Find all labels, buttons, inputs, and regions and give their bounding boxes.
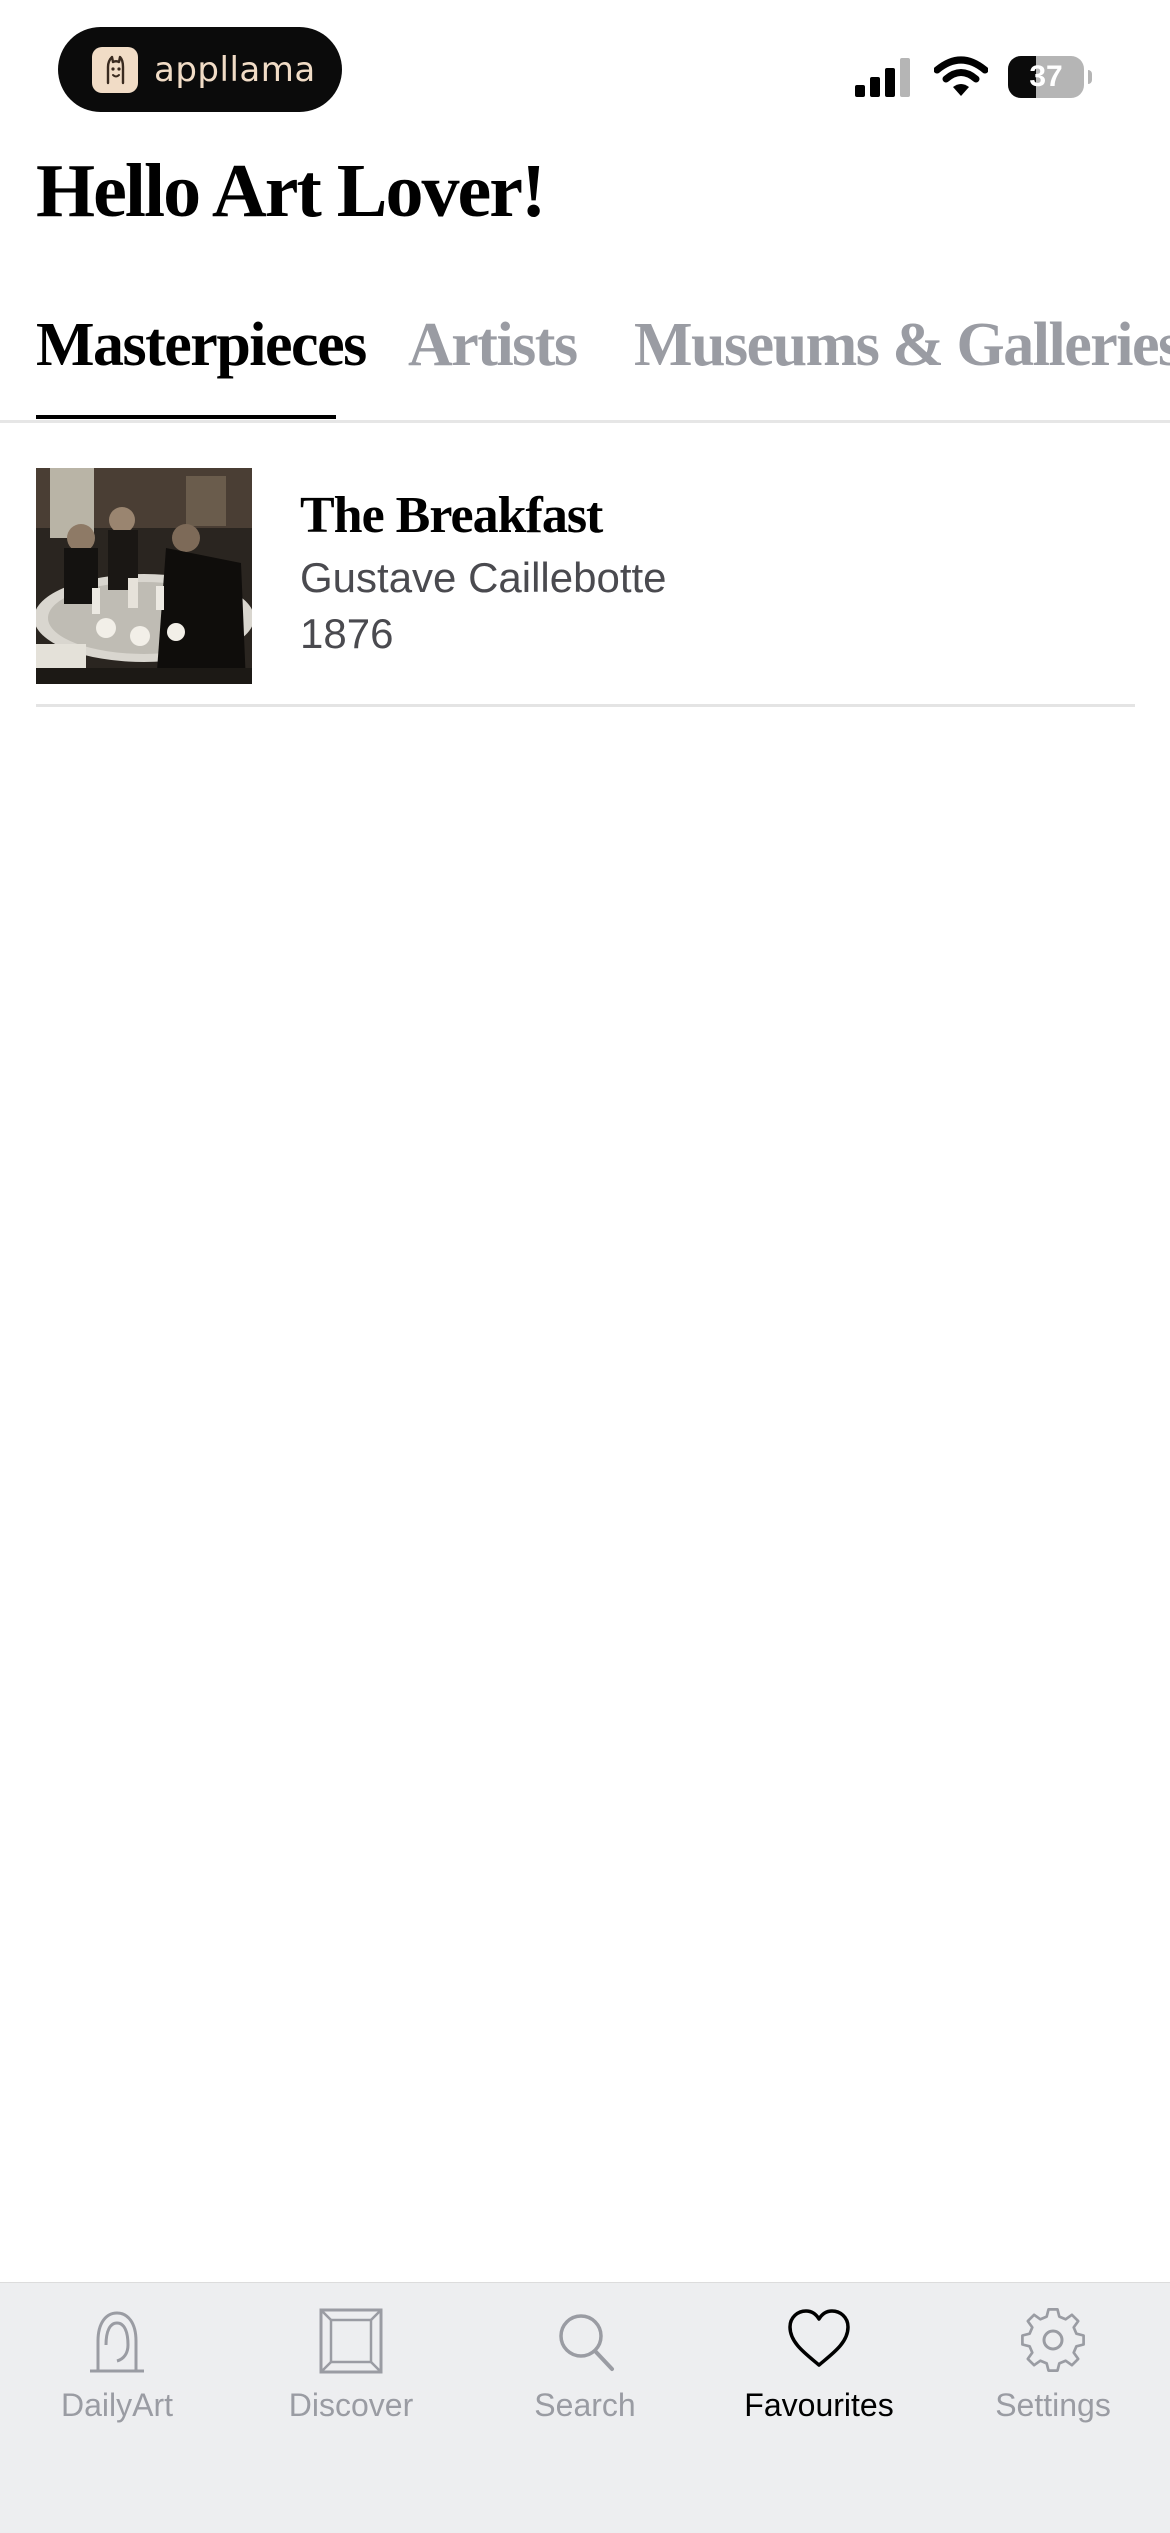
tabbar-label: Search <box>534 2387 636 2423</box>
brand-pill: appllama <box>58 27 342 112</box>
tabbar-item-favourites[interactable]: Favourites <box>702 2283 936 2453</box>
artwork-thumbnail <box>36 468 252 684</box>
status-bar: appllama 37 <box>0 0 1170 140</box>
favourites-list: The Breakfast Gustave Caillebotte 1876 <box>36 466 1135 707</box>
tabbar-label: Favourites <box>744 2387 894 2423</box>
heart-icon <box>788 2309 850 2367</box>
gear-icon <box>1021 2308 1085 2372</box>
battery-indicator: 37 <box>1008 56 1092 98</box>
category-tabs: Masterpieces Artists Museums & Galleries <box>0 300 1170 423</box>
list-item[interactable]: The Breakfast Gustave Caillebotte 1876 <box>36 466 1135 707</box>
tabbar-item-dailyart[interactable]: DailyArt <box>0 2283 234 2453</box>
frame-icon <box>319 2308 383 2374</box>
llama-logo-icon <box>92 46 138 93</box>
cellular-signal-icon <box>855 58 910 97</box>
wifi-icon <box>934 56 988 96</box>
tab-museums-galleries[interactable]: Museums & Galleries <box>634 310 1170 381</box>
tabbar-label: DailyArt <box>60 2387 173 2423</box>
artwork-artist: Gustave Caillebotte <box>300 554 667 601</box>
tabbar-label: Discover <box>288 2387 414 2423</box>
search-icon <box>559 2314 614 2371</box>
battery-level: 37 <box>1029 60 1063 93</box>
bust-icon <box>90 2311 144 2373</box>
brand-name: appllama <box>154 49 316 90</box>
artwork-title: The Breakfast <box>300 487 603 544</box>
tab-artists[interactable]: Artists <box>408 310 578 381</box>
tabbar-item-search[interactable]: Search <box>468 2283 702 2453</box>
artwork-year: 1876 <box>300 610 394 657</box>
tabbar-item-settings[interactable]: Settings <box>936 2283 1170 2453</box>
active-tab-indicator <box>36 415 336 419</box>
tab-masterpieces[interactable]: Masterpieces <box>36 310 367 381</box>
tabbar-item-discover[interactable]: Discover <box>234 2283 468 2453</box>
tabbar-label: Settings <box>995 2387 1111 2423</box>
bottom-tab-bar: DailyArt Discover Search Favourites Sett… <box>0 2282 1170 2533</box>
page-title: Hello Art Lover! <box>36 149 546 233</box>
